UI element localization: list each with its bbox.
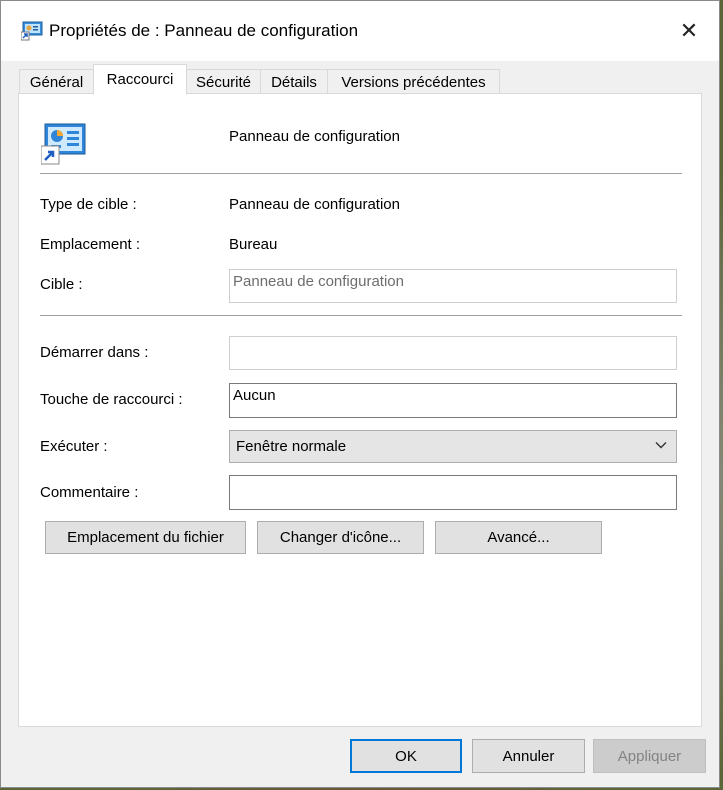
button-label: Emplacement du fichier: [67, 529, 224, 546]
location-value: Bureau: [229, 236, 278, 253]
button-label: OK: [395, 747, 417, 765]
cancel-button[interactable]: Annuler: [472, 739, 585, 773]
tab-details[interactable]: Détails: [260, 69, 328, 94]
tab-security[interactable]: Sécurité: [186, 69, 261, 94]
window-title: Propriétés de : Panneau de configuration: [49, 21, 359, 40]
tab-general[interactable]: Général: [19, 69, 94, 94]
separator: [40, 173, 682, 174]
start-in-label: Démarrer dans :: [40, 344, 149, 361]
change-icon-button[interactable]: Changer d'icône...: [257, 521, 424, 554]
tab-label: Raccourci: [106, 71, 174, 88]
apply-button: Appliquer: [593, 739, 706, 773]
run-label: Exécuter :: [40, 438, 108, 455]
tab-shortcut[interactable]: Raccourci: [93, 64, 187, 95]
target-label: Cible :: [40, 276, 83, 293]
run-mode-select[interactable]: Fenêtre normale: [229, 430, 677, 463]
run-mode-value: Fenêtre normale: [236, 438, 347, 455]
shortcut-name: Panneau de configuration: [229, 128, 400, 145]
location-label: Emplacement :: [40, 236, 141, 253]
tab-previous-versions[interactable]: Versions précédentes: [327, 69, 500, 94]
advanced-button[interactable]: Avancé...: [435, 521, 602, 554]
hotkey-label: Touche de raccourci :: [40, 391, 183, 408]
properties-dialog: Propriétés de : Panneau de configuration…: [0, 0, 720, 788]
button-label: Appliquer: [617, 747, 682, 765]
separator: [40, 315, 682, 316]
close-button[interactable]: ✕: [669, 13, 709, 49]
button-label: Changer d'icône...: [279, 529, 402, 546]
open-file-location-button[interactable]: Emplacement du fichier: [45, 521, 246, 554]
control-panel-icon: [20, 21, 43, 41]
control-panel-shortcut-icon: [40, 122, 87, 166]
hotkey-field[interactable]: Aucun: [229, 383, 677, 418]
target-type-label: Type de cible :: [40, 196, 137, 213]
chevron-down-icon: [654, 438, 668, 452]
comment-field[interactable]: [229, 475, 677, 510]
title-bar[interactable]: Propriétés de : Panneau de configuration…: [1, 1, 719, 61]
tab-label: Sécurité: [195, 73, 252, 91]
start-in-field[interactable]: [229, 336, 677, 370]
tab-label: Général: [29, 73, 84, 91]
button-label: Annuler: [502, 747, 555, 765]
tab-label: Détails: [271, 73, 317, 91]
comment-label: Commentaire :: [40, 484, 139, 501]
target-field[interactable]: Panneau de configuration: [229, 269, 677, 303]
tab-label: Versions précédentes: [341, 73, 486, 91]
shortcut-panel: Panneau de configuration Type de cible :…: [18, 93, 702, 727]
target-type-value: Panneau de configuration: [229, 196, 400, 213]
button-label: Avancé...: [487, 529, 550, 546]
ok-button[interactable]: OK: [350, 739, 462, 773]
close-icon: ✕: [679, 18, 699, 43]
